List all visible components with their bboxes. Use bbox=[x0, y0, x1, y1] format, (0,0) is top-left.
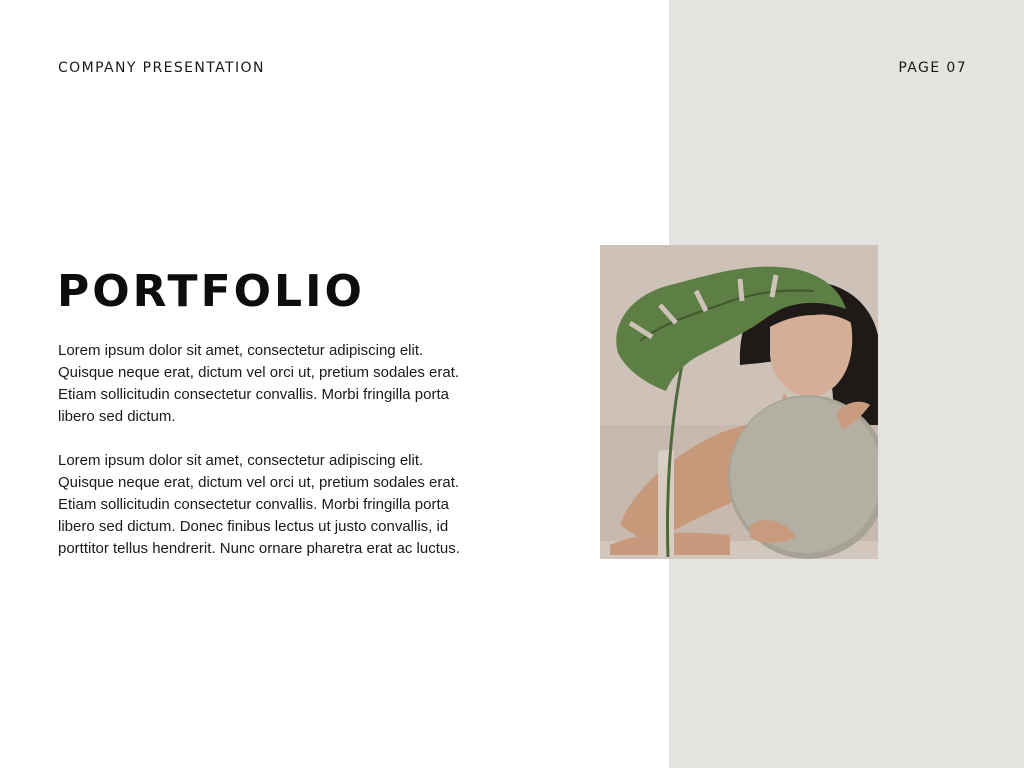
presentation-label: COMPANY PRESENTATION bbox=[58, 60, 265, 76]
paragraph-2: Lorem ipsum dolor sit amet, consectetur … bbox=[58, 452, 460, 557]
paragraph-1: Lorem ipsum dolor sit amet, consectetur … bbox=[58, 342, 460, 425]
portfolio-photo bbox=[600, 245, 878, 559]
page-number: PAGE 07 bbox=[898, 60, 967, 76]
page-title: PORTFOLIO bbox=[57, 266, 365, 317]
body-text: Lorem ipsum dolor sit amet, consectetur … bbox=[58, 340, 528, 582]
